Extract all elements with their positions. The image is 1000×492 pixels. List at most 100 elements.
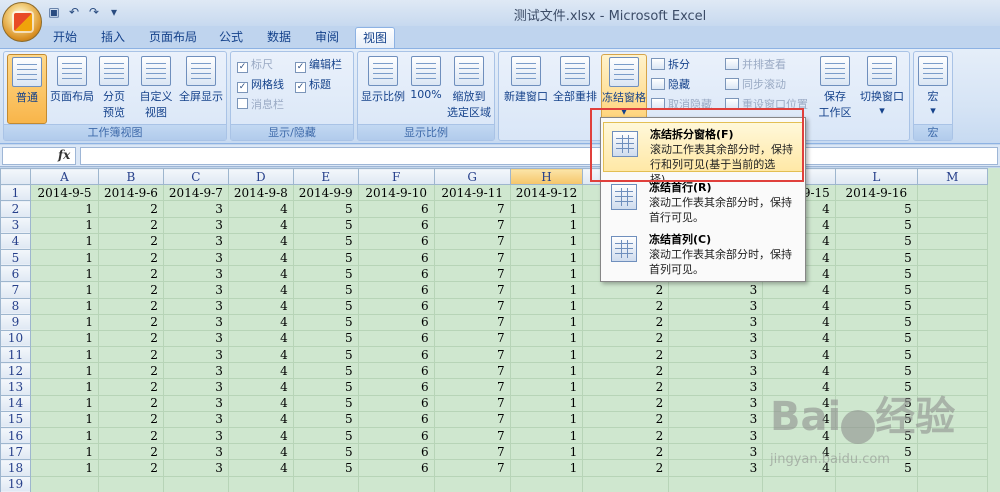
tab-insert[interactable]: 插入 [98,27,128,48]
column-header[interactable]: F [357,168,435,186]
cell[interactable] [916,297,988,315]
side-by-side-button[interactable]: 并排查看 [725,56,786,74]
cell[interactable]: 3 [162,362,229,380]
cell[interactable]: 2 [582,443,670,461]
normal-view-button[interactable]: 普通 [7,54,47,124]
row-header[interactable]: 10 [0,329,31,348]
row-header[interactable]: 18 [0,459,31,477]
cell[interactable]: 3 [668,362,764,380]
cell[interactable]: 5 [834,265,918,283]
row-header[interactable]: 3 [0,216,31,234]
row-header[interactable]: 5 [0,248,31,267]
tab-home[interactable]: 开始 [50,27,80,48]
cell[interactable]: 6 [357,232,435,250]
cell[interactable]: 4 [227,200,294,218]
ruler-checkbox[interactable]: ✓ 标尺 [237,56,273,74]
cell[interactable]: 1 [509,426,584,445]
cell[interactable]: 6 [357,394,435,412]
cell[interactable]: 4 [227,394,294,412]
cell[interactable]: 3 [668,281,764,299]
fx-icon[interactable]: fx [58,148,70,162]
cell[interactable] [582,475,670,492]
cell[interactable]: 2 [582,346,670,364]
tab-page-layout[interactable]: 页面布局 [146,27,200,48]
cell[interactable]: 3 [162,410,229,429]
cell[interactable]: 4 [227,362,294,380]
cell[interactable]: 1 [30,346,99,364]
cell[interactable]: 6 [357,248,435,267]
column-header[interactable]: H [509,168,584,186]
cell[interactable]: 2 [582,459,670,477]
cell[interactable]: 4 [227,410,294,429]
row-header[interactable]: 6 [0,265,31,283]
cell[interactable]: 7 [433,265,511,283]
cell[interactable]: 3 [668,378,764,396]
cell[interactable]: 5 [834,329,918,348]
cell[interactable]: 2 [582,394,670,412]
cell[interactable]: 4 [227,281,294,299]
cell[interactable]: 2014-9-5 [30,184,99,202]
cell[interactable]: 3 [162,426,229,445]
row-header[interactable]: 8 [0,297,31,315]
row-header[interactable]: 16 [0,426,31,445]
cell[interactable]: 1 [509,200,584,218]
freeze-top-row-item[interactable]: 冻结首行(R) 滚动工作表其余部分时，保持首行可见。 [603,176,803,226]
new-window-button[interactable]: 新建窗口 [503,54,549,124]
cell[interactable]: 5 [834,216,918,234]
switch-windows-button[interactable]: 切换窗口 ▾ [857,54,907,124]
cell[interactable]: 2 [98,232,164,250]
cell[interactable] [162,475,229,492]
cell[interactable]: 5 [292,362,359,380]
cell[interactable]: 7 [433,216,511,234]
cell[interactable]: 7 [433,346,511,364]
cell[interactable]: 2 [98,459,164,477]
cell[interactable] [916,232,988,250]
cell[interactable]: 3 [162,265,229,283]
cell[interactable]: 1 [30,248,99,267]
cell[interactable]: 2 [582,281,670,299]
cell[interactable] [916,346,988,364]
cell[interactable] [433,475,511,492]
column-header[interactable]: C [162,168,229,186]
cell[interactable]: 1 [509,248,584,267]
row-header[interactable]: 11 [0,346,31,364]
cell[interactable]: 2 [98,216,164,234]
cell[interactable]: 2 [98,362,164,380]
cell[interactable]: 7 [433,200,511,218]
hide-button[interactable]: 隐藏 [651,76,690,94]
cell[interactable]: 5 [834,346,918,364]
cell[interactable]: 5 [292,426,359,445]
cell[interactable]: 7 [433,378,511,396]
cell[interactable]: 1 [509,394,584,412]
cell[interactable]: 2014-9-11 [433,184,511,202]
column-header[interactable]: M [916,168,988,186]
cell[interactable]: 2014-9-12 [509,184,584,202]
cell[interactable]: 1 [509,410,584,429]
cell[interactable]: 3 [162,443,229,461]
cell[interactable] [227,475,294,492]
page-layout-view-button[interactable]: 页面布局 [48,54,96,124]
cell[interactable]: 1 [30,265,99,283]
cell[interactable] [357,475,435,492]
cell[interactable]: 1 [30,281,99,299]
cell[interactable]: 5 [292,378,359,396]
zoom-to-selection-button[interactable]: 缩放到 选定区域 [446,54,492,124]
cell[interactable]: 2 [98,443,164,461]
cell[interactable]: 4 [227,329,294,348]
cell[interactable]: 5 [834,232,918,250]
cell[interactable] [916,216,988,234]
row-header[interactable]: 19 [0,475,31,492]
cell[interactable]: 4 [227,426,294,445]
cell[interactable]: 1 [509,281,584,299]
cell[interactable]: 5 [292,297,359,315]
cell[interactable]: 6 [357,200,435,218]
cell[interactable] [916,329,988,348]
cell[interactable]: 1 [509,232,584,250]
cell[interactable]: 3 [162,297,229,315]
column-header[interactable]: A [30,168,99,186]
cell[interactable] [916,248,988,267]
cell[interactable]: 3 [162,378,229,396]
cell[interactable]: 7 [433,426,511,445]
cell[interactable]: 2 [98,200,164,218]
cell[interactable]: 1 [509,346,584,364]
